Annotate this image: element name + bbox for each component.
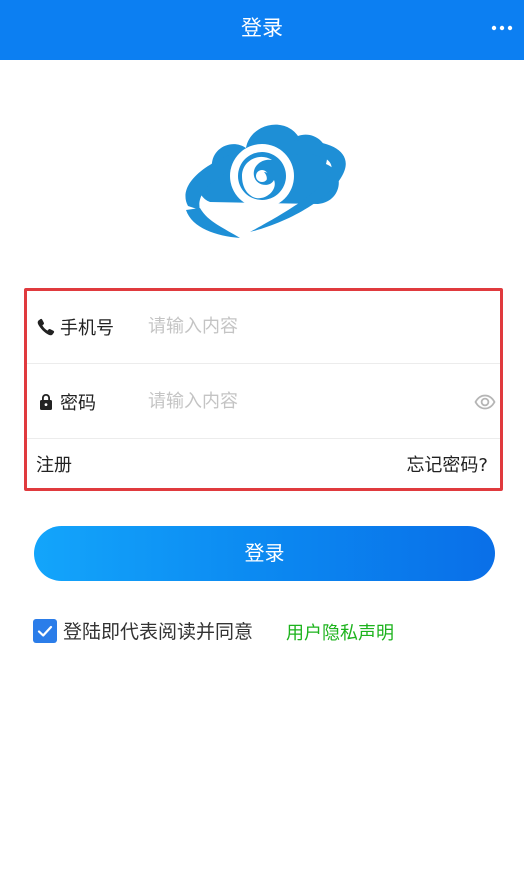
register-link[interactable]: 注册 — [36, 451, 72, 477]
password-input[interactable] — [148, 386, 448, 416]
login-form: 手机号 密码 注册 忘记密码? — [24, 288, 503, 491]
forgot-password-link[interactable]: 忘记密码? — [406, 451, 488, 477]
checkmark-icon — [37, 625, 53, 637]
cloud-swirl-logo-icon — [185, 124, 346, 238]
password-label: 密码 — [60, 393, 96, 414]
phone-input[interactable] — [148, 311, 448, 341]
login-button[interactable]: 登录 — [34, 526, 495, 581]
privacy-policy-link[interactable]: 用户隐私声明 — [286, 619, 394, 645]
phone-label: 手机号 — [60, 318, 114, 339]
lock-icon — [40, 394, 52, 410]
nav-bar: 登录 — [0, 0, 524, 60]
more-options-button[interactable] — [488, 14, 516, 42]
links-row: 注册 忘记密码? — [27, 439, 500, 488]
phone-icon — [37, 318, 55, 336]
agreement-checkbox[interactable] — [33, 619, 57, 643]
password-row: 密码 — [27, 364, 500, 439]
agreement-text: 登陆即代表阅读并同意 — [63, 621, 254, 643]
eye-icon[interactable] — [474, 391, 496, 413]
app-logo — [180, 110, 350, 245]
more-dots-icon — [491, 25, 513, 31]
phone-row: 手机号 — [27, 291, 500, 364]
login-page: 登录 手机号 请输入内容 密码 注册 忘记密码? 登录 登陆即代表阅读并同意 用… — [0, 0, 524, 871]
page-title: 登录 — [241, 16, 283, 40]
